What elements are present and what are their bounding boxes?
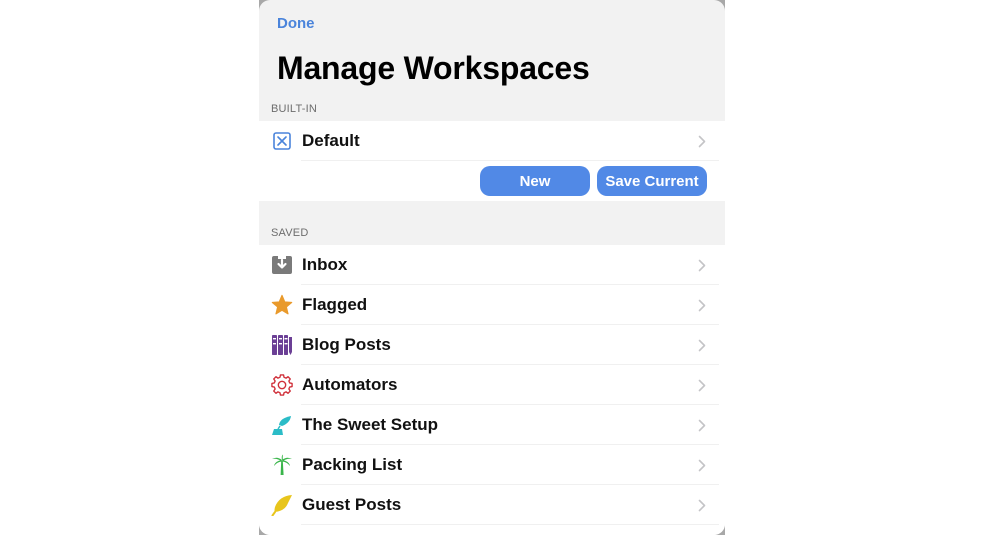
workspace-row-flagged[interactable]: Flagged <box>259 285 725 325</box>
saved-group: Inbox Flagged Blog Posts Automators The … <box>259 245 725 535</box>
manage-workspaces-sheet: Done Manage Workspaces BUILT-IN Default … <box>259 0 725 535</box>
save-current-button[interactable]: Save Current <box>597 166 707 196</box>
built-in-group: Default New Save Current <box>259 121 725 201</box>
workspace-label: Default <box>302 131 360 150</box>
feather-icon <box>271 494 293 516</box>
chevron-right-icon <box>697 418 707 432</box>
workspace-label: The Sweet Setup <box>302 415 439 434</box>
workspace-row-inbox[interactable]: Inbox <box>259 245 725 285</box>
star-icon <box>271 294 293 316</box>
workspace-row-automators[interactable]: Automators <box>259 365 725 405</box>
workspace-label: Flagged <box>302 295 368 314</box>
palm-tree-icon <box>271 454 293 476</box>
workspace-row-guest-posts[interactable]: Guest Posts <box>259 485 725 525</box>
workspace-row-packing-list[interactable]: Packing List <box>259 445 725 485</box>
chevron-right-icon <box>697 338 707 352</box>
chevron-right-icon <box>697 498 707 512</box>
new-workspace-button[interactable]: New <box>480 166 590 196</box>
page-title: Manage Workspaces <box>277 50 590 86</box>
workspace-label: Inbox <box>302 255 348 274</box>
workspace-label: Automators <box>302 375 398 394</box>
workspace-row-blog-posts[interactable]: Blog Posts <box>259 325 725 365</box>
workspace-row-default[interactable]: Default <box>259 121 725 161</box>
chevron-right-icon <box>697 378 707 392</box>
gear-icon <box>271 374 293 396</box>
workspace-label: Packing List <box>302 455 403 474</box>
chevron-right-icon <box>697 134 707 148</box>
workspace-label: Guest Posts <box>302 495 402 514</box>
inbox-tray-icon <box>271 254 293 276</box>
workspace-row-the-sweet-setup[interactable]: The Sweet Setup <box>259 405 725 445</box>
done-button[interactable]: Done <box>277 15 315 32</box>
chevron-right-icon <box>697 258 707 272</box>
chevron-right-icon <box>697 298 707 312</box>
section-header-saved: SAVED <box>271 227 309 239</box>
workspace-label: Blog Posts <box>302 335 391 354</box>
workspace-actions: New Save Current <box>259 161 725 201</box>
x-square-icon <box>271 130 293 152</box>
chevron-right-icon <box>697 458 707 472</box>
section-header-built-in: BUILT-IN <box>271 103 318 115</box>
books-icon <box>271 334 293 356</box>
quill-inkwell-icon <box>271 414 293 436</box>
